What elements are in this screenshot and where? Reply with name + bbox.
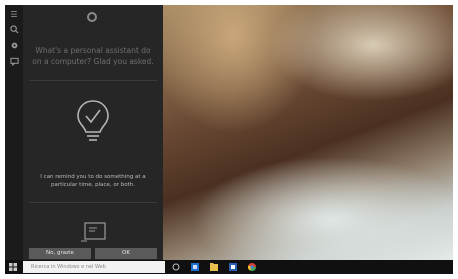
no-thanks-button[interactable]: No, grazie	[29, 248, 91, 259]
taskbar-search-box[interactable]	[23, 261, 165, 273]
word-icon[interactable]	[229, 263, 237, 271]
lightbulb-check-icon	[77, 100, 109, 141]
cortana-headline: What's a personal assistant do on a comp…	[32, 46, 154, 66]
settings-icon[interactable]	[9, 41, 19, 51]
reminder-card-icon	[81, 222, 106, 242]
desktop-screen: ☰ What's a personal assistant do on a co…	[5, 5, 453, 274]
reminder-description: I can remind you to do something at a pa…	[40, 174, 146, 188]
taskbar-search-input[interactable]	[23, 261, 165, 273]
store-icon[interactable]	[191, 263, 199, 271]
divider	[29, 80, 157, 81]
cortana-logo-icon	[87, 12, 97, 22]
task-view-icon[interactable]	[172, 263, 180, 271]
chrome-icon[interactable]	[248, 263, 256, 271]
windows-start-icon[interactable]	[9, 263, 17, 271]
feedback-icon[interactable]	[9, 57, 19, 67]
ok-button[interactable]: OK	[95, 248, 157, 259]
file-explorer-icon[interactable]	[210, 263, 218, 271]
desktop-wallpaper	[163, 5, 453, 260]
taskbar	[5, 260, 453, 274]
divider	[29, 202, 157, 203]
hamburger-menu-icon[interactable]: ☰	[9, 10, 19, 20]
search-icon[interactable]	[9, 25, 19, 35]
cortana-panel: What's a personal assistant do on a comp…	[23, 5, 163, 260]
cortana-rail: ☰	[5, 5, 23, 260]
